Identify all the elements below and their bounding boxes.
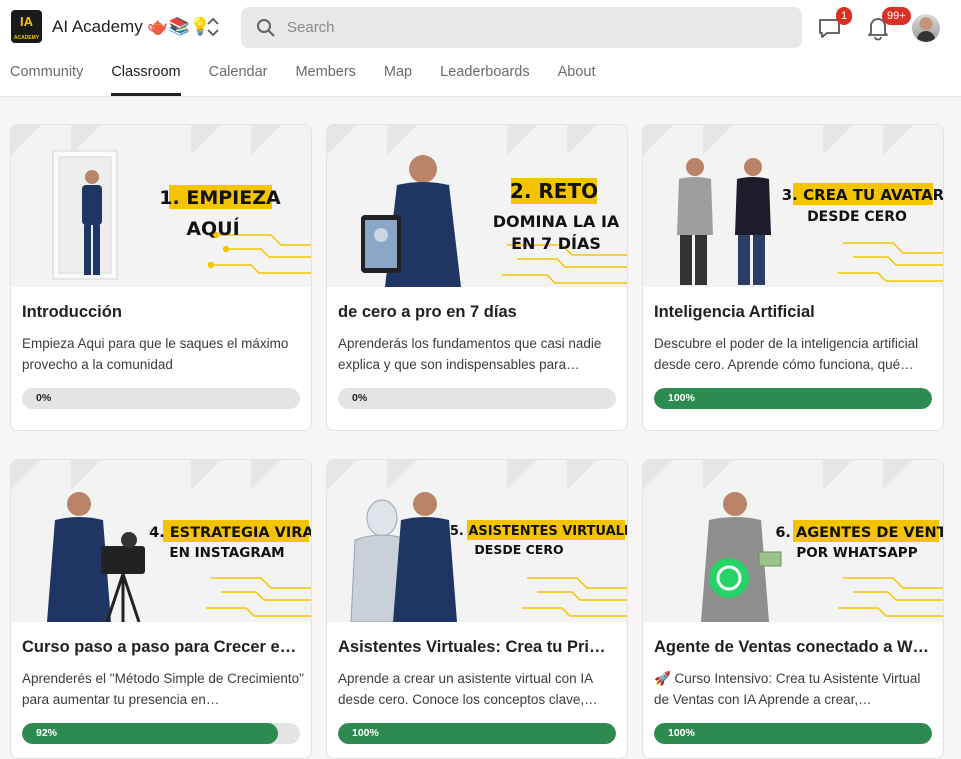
tab-members[interactable]: Members — [295, 62, 355, 96]
banner-subtitle: POR WHATSAPP — [796, 545, 917, 561]
course-banner: 5. ASISTENTES VIRTUALES DESDE CERO — [327, 460, 627, 622]
tab-community[interactable]: Community — [10, 62, 83, 96]
course-progress-bar: 92% — [22, 723, 300, 744]
banner-subtitle: DESDE CERO — [474, 542, 563, 557]
course-title[interactable]: Curso paso a paso para Crecer en … — [22, 638, 302, 657]
progress-label: 92% — [36, 727, 58, 739]
tab-calendar[interactable]: Calendar — [209, 62, 268, 96]
app-title[interactable]: AI Academy 🫖📚💡 — [52, 17, 211, 37]
course-description: Aprende a crear un asistente virtual con… — [338, 671, 598, 707]
logo-text: IA — [20, 14, 33, 29]
top-bar: IA ACADEMY AI Academy 🫖📚💡 1 99+ Communit… — [0, 0, 961, 97]
course-banner: 3. CREA TU AVATAR DESDE CERO — [643, 125, 943, 287]
banner-title: 1. EMPIEZA — [159, 187, 281, 209]
course-title[interactable]: Asistentes Virtuales: Crea tu Prim… — [338, 638, 618, 657]
course-progress-bar: 100% — [654, 723, 932, 744]
course-title[interactable]: Inteligencia Artificial — [654, 303, 934, 322]
notification-badge: 99+ — [882, 7, 911, 25]
course-title[interactable]: Agente de Ventas conectado a W… — [654, 638, 934, 657]
course-card[interactable]: 6. AGENTES DE VENTA POR WHATSAPP Agente … — [642, 459, 944, 759]
course-card[interactable]: 3. CREA TU AVATAR DESDE CERO Inteligenci… — [642, 124, 944, 431]
progress-fill — [338, 723, 616, 744]
course-card[interactable]: 4. ESTRATEGIA VIRAL EN INSTAGRAM Curso p… — [10, 459, 312, 759]
tab-classroom[interactable]: Classroom — [111, 62, 181, 96]
banner-title: 4. ESTRATEGIA VIRAL — [149, 525, 311, 541]
user-avatar[interactable] — [912, 14, 940, 42]
chat-badge: 1 — [836, 7, 853, 25]
course-title[interactable]: de cero a pro en 7 días — [338, 303, 618, 322]
progress-label: 100% — [352, 727, 379, 739]
progress-label: 0% — [352, 392, 368, 404]
group-switcher-icon[interactable] — [204, 16, 222, 38]
course-banner: 4. ESTRATEGIA VIRAL EN INSTAGRAM — [11, 460, 311, 622]
course-banner: 1. EMPIEZA AQUÍ — [11, 125, 311, 287]
course-title[interactable]: Introducción — [22, 303, 302, 322]
course-progress-bar: 100% — [654, 388, 932, 409]
progress-fill — [654, 723, 932, 744]
search-input[interactable] — [287, 16, 767, 38]
progress-label: 0% — [36, 392, 52, 404]
progress-fill — [22, 723, 278, 744]
banner-subtitle: AQUÍ — [186, 217, 239, 240]
tab-leaderboards[interactable]: Leaderboards — [440, 62, 530, 96]
course-progress-bar: 0% — [22, 388, 300, 409]
banner-title: 5. ASISTENTES VIRTUALES — [450, 524, 627, 539]
course-description: Descubre el poder de la inteligencia art… — [654, 336, 919, 372]
search-bar[interactable] — [241, 7, 802, 48]
course-description: Empieza Aqui para que le saques el máxim… — [22, 336, 289, 372]
course-progress-bar: 100% — [338, 723, 616, 744]
course-description: 🚀 Curso Intensivo: Crea tu Asistente Vir… — [654, 671, 921, 707]
search-icon — [257, 19, 275, 37]
course-card[interactable]: 5. ASISTENTES VIRTUALES DESDE CERO Asist… — [326, 459, 628, 759]
banner-title: 6. AGENTES DE VENTA — [775, 525, 943, 541]
banner-subtitle-2: EN 7 DÍAS — [511, 234, 601, 253]
banner-subtitle: EN INSTAGRAM — [169, 545, 284, 561]
course-description: Aprenderás los fundamentos que casi nadi… — [338, 336, 602, 372]
course-banner: 6. AGENTES DE VENTA POR WHATSAPP — [643, 460, 943, 622]
tab-about[interactable]: About — [558, 62, 596, 96]
academy-logo[interactable]: IA ACADEMY — [11, 10, 42, 43]
progress-label: 100% — [668, 727, 695, 739]
progress-label: 100% — [668, 392, 695, 404]
course-card[interactable]: 2. RETO DOMINA LA IA EN 7 DÍAS de cero a… — [326, 124, 628, 431]
course-banner: 2. RETO DOMINA LA IA EN 7 DÍAS — [327, 125, 627, 287]
banner-subtitle: DESDE CERO — [807, 209, 907, 225]
course-progress-bar: 0% — [338, 388, 616, 409]
nav-tabs: Community Classroom Calendar Members Map… — [10, 62, 624, 96]
progress-fill — [654, 388, 932, 409]
tab-map[interactable]: Map — [384, 62, 412, 96]
banner-title: 2. RETO — [510, 179, 598, 203]
logo-subtext: ACADEMY — [13, 35, 40, 41]
banner-title: 3. CREA TU AVATAR — [782, 186, 943, 204]
course-card[interactable]: 1. EMPIEZA AQUÍ Introducción Empieza Aqu… — [10, 124, 312, 431]
banner-subtitle: DOMINA LA IA — [493, 212, 620, 231]
course-description: Aprenderés el "Método Simple de Crecimie… — [22, 671, 304, 707]
